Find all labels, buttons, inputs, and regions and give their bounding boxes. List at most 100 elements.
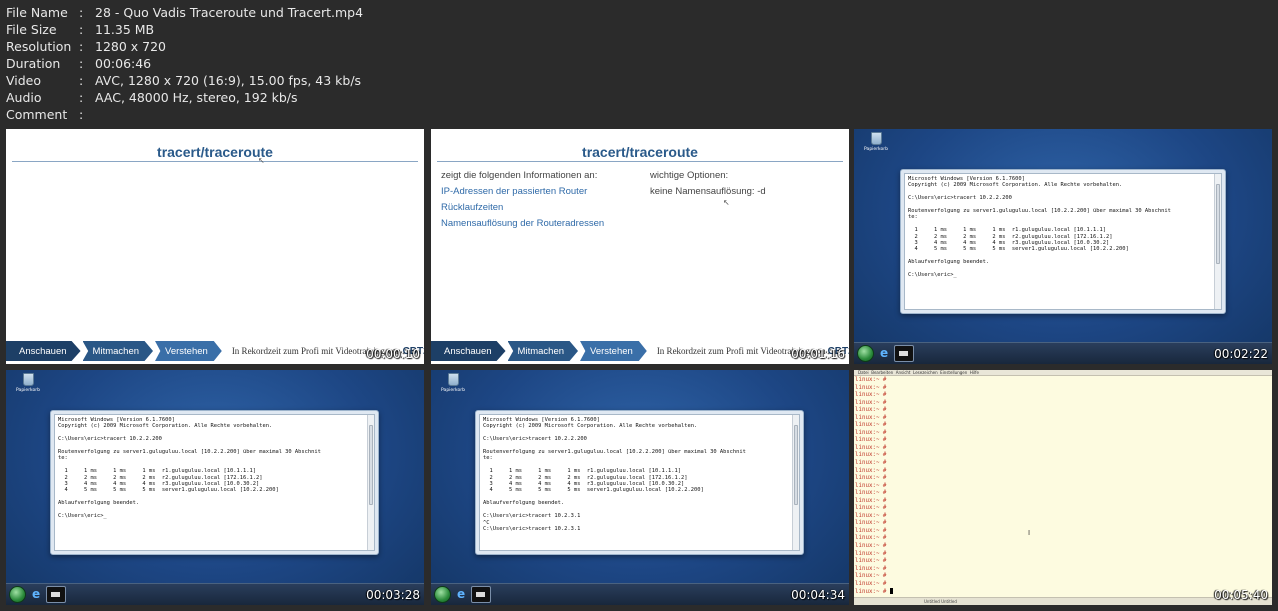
internet-explorer-icon[interactable]: e [880,347,892,360]
prompt-line: linux:~ # [855,429,890,436]
timestamp: 00:02:22 [1214,347,1268,361]
thumbnail-5[interactable]: Papierkorb Microsoft Windows [Version 6.… [431,370,849,605]
terminal-cursor [889,588,893,595]
prompt-line: linux:~ # [855,535,890,542]
meta-key: Comment [6,107,68,122]
cmd-output: Microsoft Windows [Version 6.1.7600] Cop… [483,417,746,532]
prompt-line: linux:~ # [855,452,890,459]
cmd-console[interactable]: Microsoft Windows [Version 6.1.7600] Cop… [904,173,1222,310]
meta-value: 28 - Quo Vadis Traceroute und Tracert.mp… [95,5,364,20]
footer-step-anschauen: Anschauen [6,341,81,361]
cmd-window[interactable]: Microsoft Windows [Version 6.1.7600] Cop… [50,410,379,555]
prompt-line: linux:~ # [855,444,890,451]
recycle-bin-label: Papierkorb [864,147,888,152]
recycle-bin-icon [447,373,459,386]
prompt-line: linux:~ # [855,384,890,391]
taskbar: e [6,583,424,605]
recycle-bin-icon [870,132,882,145]
thumbnail-1[interactable]: tracert/traceroute ↖ Anschauen Mitmachen… [6,129,424,364]
slide-footer: Anschauen Mitmachen Verstehen In Rekordz… [431,338,849,364]
cmd-taskbar-icon[interactable] [471,586,491,603]
slide-intro: zeigt die folgenden Informationen an: [441,170,598,181]
prompt-line: linux:~ # [855,527,890,534]
meta-key: Audio [6,90,42,105]
slide-title: tracert/traceroute [582,144,698,160]
meta-row-resolution: Resolution:1280 x 720 [6,39,167,54]
meta-value: 11.35 MB [95,22,155,37]
cmd-scrollbar[interactable] [792,415,799,550]
meta-value: AAC, 48000 Hz, stereo, 192 kb/s [95,90,298,105]
thumbnail-3[interactable]: Papierkorb Microsoft Windows [Version 6.… [854,129,1272,364]
recycle-bin[interactable]: Papierkorb [864,132,888,154]
prompt-line: linux:~ # [855,580,890,587]
meta-key: Video [6,73,42,88]
prompt-line: linux:~ # [855,422,890,429]
slide-options-heading: wichtige Optionen: [650,170,729,181]
recycle-bin-label: Papierkorb [16,388,40,393]
prompt-line: linux:~ # [855,460,890,467]
slide-item-names: Namensauflösung der Routeradressen [441,218,605,229]
cmd-console[interactable]: Microsoft Windows [Version 6.1.7600] Cop… [479,414,800,551]
footer-step-mitmachen: Mitmachen [82,341,154,361]
cmd-output: Microsoft Windows [Version 6.1.7600] Cop… [908,176,1171,279]
footer-step-verstehen: Verstehen [580,341,647,361]
recycle-bin[interactable]: Papierkorb [441,373,465,395]
cmd-output: Microsoft Windows [Version 6.1.7600] Cop… [58,417,321,520]
prompt-line: linux:~ # [855,467,890,474]
meta-value: 1280 x 720 [95,39,167,54]
start-button[interactable] [9,586,26,603]
internet-explorer-icon[interactable]: e [457,588,469,601]
prompt-line: linux:~ # [855,482,890,489]
meta-key: Duration [6,56,61,71]
start-button[interactable] [857,345,874,362]
recycle-bin[interactable]: Papierkorb [16,373,40,395]
cmd-console[interactable]: Microsoft Windows [Version 6.1.7600] Cop… [54,414,375,551]
prompt-line: linux:~ # [855,565,890,572]
timestamp: 00:05:40 [1214,588,1268,602]
scrollbar-thumb[interactable] [369,425,373,505]
taskbar: e [854,342,1272,364]
meta-row-filesize: File Size:11.35 MB [6,22,155,37]
prompt-line: linux:~ # [855,558,890,565]
thumbnail-2[interactable]: tracert/traceroute zeigt die folgenden I… [431,129,849,364]
recycle-bin-icon [22,373,34,386]
prompt-line: linux:~ # [855,437,890,444]
prompt-line: linux:~ # [855,490,890,497]
slide-option-d: keine Namensauflösung: -d [650,186,766,197]
mouse-cursor-icon: ↖ [258,156,265,165]
slide-item-ip: IP-Adressen der passierten Router [441,186,588,197]
slide: tracert/traceroute ↖ Anschauen Mitmachen… [6,129,424,364]
cmd-window[interactable]: Microsoft Windows [Version 6.1.7600] Cop… [475,410,804,555]
cmd-taskbar-icon[interactable] [46,586,66,603]
cmd-scrollbar[interactable] [367,415,374,550]
prompt-line: linux:~ # [855,588,893,597]
terminal-prompts: linux:~ # linux:~ # linux:~ # linux:~ # … [855,377,893,597]
footer-step-anschauen: Anschauen [431,341,506,361]
meta-key: File Name [6,5,68,20]
thumbnail-4[interactable]: Papierkorb Microsoft Windows [Version 6.… [6,370,424,605]
internet-explorer-icon[interactable]: e [32,588,44,601]
footer-step-verstehen: Verstehen [155,341,222,361]
prompt-line: linux:~ # [855,475,890,482]
linux-terminal[interactable]: Datei Bearbeiten Ansicht Lesezeichen Ein… [854,370,1272,605]
start-button[interactable] [434,586,451,603]
timestamp: 00:01:16 [791,347,845,361]
cmd-window[interactable]: Microsoft Windows [Version 6.1.7600] Cop… [900,169,1226,314]
thumbnail-6[interactable]: Datei Bearbeiten Ansicht Lesezeichen Ein… [854,370,1272,605]
meta-row-filename: File Name:28 - Quo Vadis Traceroute und … [6,5,364,20]
slide-item-rtt: Rücklaufzeiten [441,202,504,213]
prompt-line: linux:~ # [855,550,890,557]
prompt-line: linux:~ # [855,497,890,504]
scrollbar-thumb[interactable] [1216,184,1220,264]
meta-value: AVC, 1280 x 720 (16:9), 15.00 fps, 43 kb… [95,73,362,88]
prompt-line: linux:~ # [855,520,890,527]
slide-title: tracert/traceroute [157,144,273,160]
scrollbar-thumb[interactable] [794,425,798,505]
cmd-taskbar-icon[interactable] [894,345,914,362]
slide-footer: Anschauen Mitmachen Verstehen In Rekordz… [6,338,424,364]
prompt-line: linux:~ # [855,414,890,421]
meta-row-audio: Audio: AAC, 48000 Hz, stereo, 192 kb/s [6,90,298,105]
cmd-scrollbar[interactable] [1214,174,1221,309]
terminal-menubar[interactable]: Datei Bearbeiten Ansicht Lesezeichen Ein… [854,370,1272,376]
meta-row-duration: Duration:00:06:46 [6,56,152,71]
